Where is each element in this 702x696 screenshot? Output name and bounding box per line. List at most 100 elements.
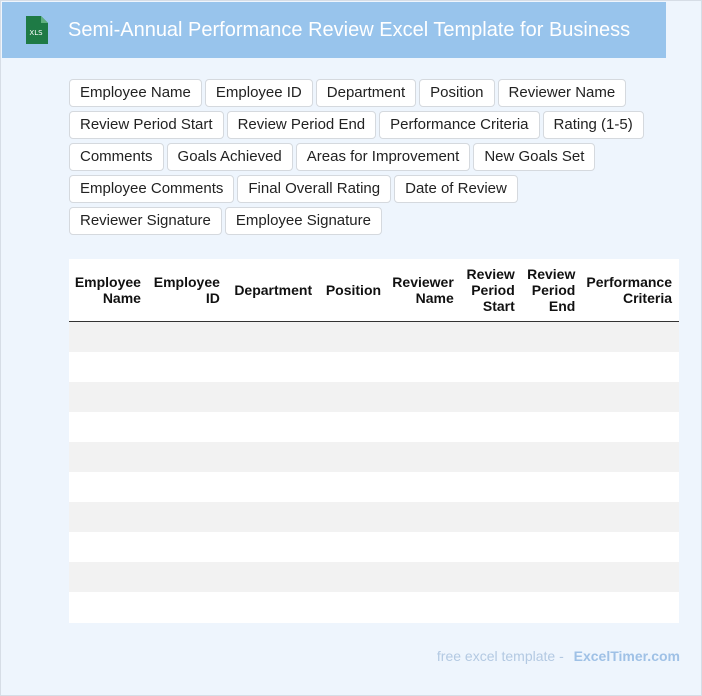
table-cell[interactable] — [460, 321, 522, 352]
table-cell[interactable] — [460, 442, 522, 472]
table-cell[interactable] — [582, 592, 679, 622]
table-cell[interactable] — [69, 412, 148, 442]
table-cell[interactable] — [582, 502, 679, 532]
field-tag: Employee ID — [204, 79, 313, 107]
table-cell[interactable] — [388, 472, 461, 502]
table-cell[interactable] — [582, 352, 679, 382]
table-cell[interactable] — [460, 352, 522, 382]
column-header: Employee Name — [69, 259, 148, 322]
table-cell[interactable] — [521, 502, 583, 532]
table-cell[interactable] — [147, 442, 227, 472]
table-cell[interactable] — [319, 412, 389, 442]
table-cell[interactable] — [69, 352, 148, 382]
table-cell[interactable] — [147, 382, 227, 412]
table-cell[interactable] — [582, 532, 679, 562]
table-cell[interactable] — [582, 321, 679, 352]
table-cell[interactable] — [582, 382, 679, 412]
header-bar: XLS Semi-Annual Performance Review Excel… — [2, 2, 666, 58]
table-cell[interactable] — [226, 352, 320, 382]
table-cell[interactable] — [388, 321, 461, 352]
table-cell[interactable] — [460, 532, 522, 562]
table-cell[interactable] — [521, 532, 583, 562]
table-cell[interactable] — [460, 592, 522, 622]
table-cell[interactable] — [521, 352, 583, 382]
table-cell[interactable] — [582, 562, 679, 592]
table-cell[interactable] — [319, 562, 389, 592]
table-cell[interactable] — [388, 562, 461, 592]
table-cell[interactable] — [226, 532, 320, 562]
column-header: Performance Criteria — [582, 259, 679, 322]
field-tag: Performance Criteria — [379, 111, 540, 139]
table-cell[interactable] — [147, 472, 227, 502]
table-cell[interactable] — [147, 532, 227, 562]
table-cell[interactable] — [460, 382, 522, 412]
table-row — [69, 442, 679, 472]
table-cell[interactable] — [69, 442, 148, 472]
table-cell[interactable] — [147, 321, 227, 352]
table-row — [69, 502, 679, 532]
column-header: Position — [319, 259, 389, 322]
table-cell[interactable] — [388, 412, 461, 442]
field-tag: Employee Signature — [224, 207, 382, 235]
table-cell[interactable] — [226, 472, 320, 502]
table-cell[interactable] — [226, 562, 320, 592]
table-cell[interactable] — [460, 502, 522, 532]
table-cell[interactable] — [582, 442, 679, 472]
table-cell[interactable] — [69, 321, 148, 352]
table-cell[interactable] — [319, 532, 389, 562]
page-frame: XLS Semi-Annual Performance Review Excel… — [0, 0, 702, 696]
table-cell[interactable] — [319, 442, 389, 472]
table-cell[interactable] — [147, 352, 227, 382]
table-cell[interactable] — [521, 562, 583, 592]
table-cell[interactable] — [69, 532, 148, 562]
table-cell[interactable] — [319, 592, 389, 622]
table-cell[interactable] — [319, 472, 389, 502]
table-cell[interactable] — [388, 502, 461, 532]
table-cell[interactable] — [69, 592, 148, 622]
field-tag: Employee Name — [69, 79, 202, 107]
table-cell[interactable] — [521, 382, 583, 412]
table-cell[interactable] — [460, 562, 522, 592]
table-cell[interactable] — [460, 472, 522, 502]
table-cell[interactable] — [521, 412, 583, 442]
table-cell[interactable] — [521, 472, 583, 502]
table-cell[interactable] — [582, 412, 679, 442]
table-row — [69, 592, 679, 622]
table-cell[interactable] — [226, 442, 320, 472]
table-cell[interactable] — [226, 592, 320, 622]
table-cell[interactable] — [226, 412, 320, 442]
table-cell[interactable] — [521, 592, 583, 622]
field-tag: Areas for Improvement — [295, 143, 471, 171]
field-tag: Reviewer Signature — [69, 207, 222, 235]
table-cell[interactable] — [319, 502, 389, 532]
table-cell[interactable] — [460, 412, 522, 442]
table-cell[interactable] — [226, 502, 320, 532]
table-cell[interactable] — [147, 502, 227, 532]
table-cell[interactable] — [521, 442, 583, 472]
table-cell[interactable] — [388, 352, 461, 382]
table-cell[interactable] — [226, 382, 320, 412]
table-cell[interactable] — [521, 321, 583, 352]
field-tag: New Goals Set — [473, 143, 596, 171]
table-cell[interactable] — [69, 562, 148, 592]
excel-file-icon: XLS — [26, 16, 48, 44]
table-row — [69, 562, 679, 592]
table-cell[interactable] — [388, 592, 461, 622]
table-cell[interactable] — [319, 352, 389, 382]
table-cell[interactable] — [319, 382, 389, 412]
table-cell[interactable] — [147, 592, 227, 622]
table-cell[interactable] — [582, 472, 679, 502]
table-cell[interactable] — [388, 442, 461, 472]
table-cell[interactable] — [388, 532, 461, 562]
table-cell[interactable] — [319, 321, 389, 352]
template-table: Employee Name Employee ID Department Positi… — [69, 259, 679, 623]
column-header: Department — [226, 259, 320, 322]
table-cell[interactable] — [226, 321, 320, 352]
table-cell[interactable] — [147, 562, 227, 592]
table-cell[interactable] — [69, 502, 148, 532]
table-cell[interactable] — [69, 382, 148, 412]
table-cell[interactable] — [147, 412, 227, 442]
table-cell[interactable] — [69, 472, 148, 502]
brand-link[interactable]: ExcelTimer.com — [574, 648, 680, 664]
table-cell[interactable] — [388, 382, 461, 412]
